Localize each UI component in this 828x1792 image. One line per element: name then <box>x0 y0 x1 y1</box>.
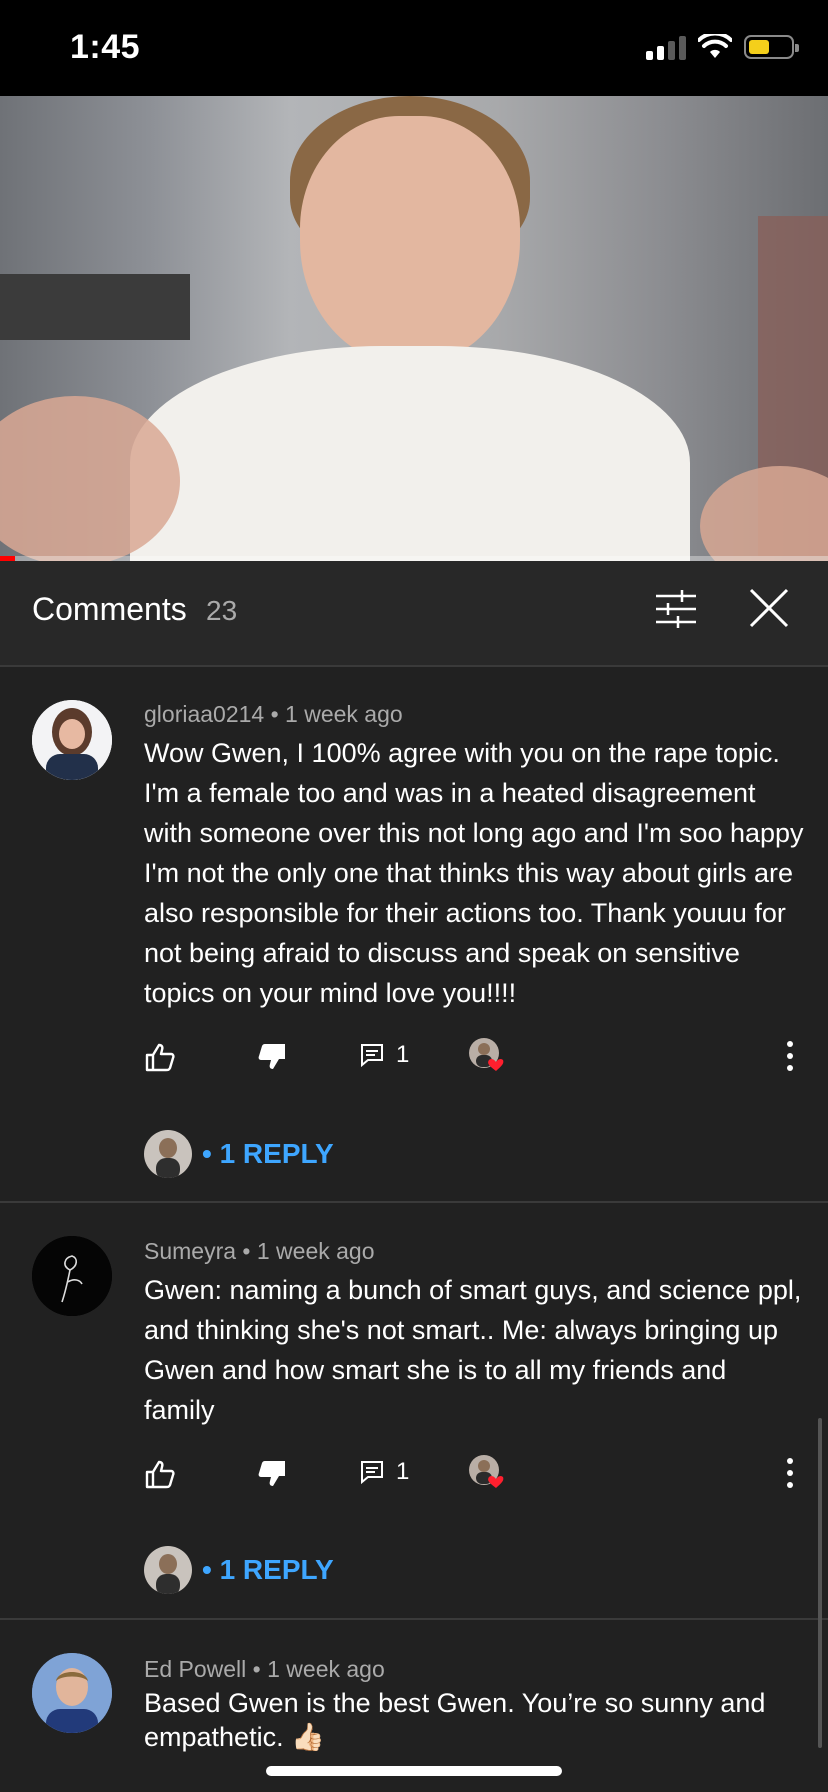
comments-header: Comments 23 <box>0 561 828 667</box>
reply-count: 1 <box>396 1041 410 1068</box>
comments-count: 23 <box>206 595 238 626</box>
comment-text: Based Gwen is the best Gwen. You’re so s… <box>144 1688 766 1752</box>
comment-text: Gwen: naming a bunch of smart guys, and … <box>144 1275 802 1425</box>
comment-meta: Sumeyra • 1 week ago <box>144 1238 375 1264</box>
avatar[interactable] <box>32 1236 112 1316</box>
reply-icon[interactable] <box>360 1043 384 1067</box>
cellular-signal-icon <box>646 34 686 60</box>
scrollbar[interactable] <box>818 1418 822 1748</box>
like-icon[interactable] <box>144 1041 176 1073</box>
creator-heart-icon <box>469 1455 504 1488</box>
comment-item: Sumeyra • 1 week ago Gwen: naming a bunc… <box>0 1203 828 1618</box>
replies-link[interactable]: • 1 REPLY <box>202 1554 334 1586</box>
video-player[interactable] <box>0 96 828 561</box>
close-icon[interactable] <box>748 587 790 629</box>
home-indicator[interactable] <box>266 1766 562 1776</box>
comment-meta: gloriaa0214 • 1 week ago <box>144 701 403 727</box>
creator-heart-icon <box>469 1038 504 1071</box>
avatar[interactable] <box>32 1653 112 1733</box>
status-time: 1:45 <box>70 28 141 66</box>
reply-avatar <box>144 1546 192 1594</box>
reply-count: 1 <box>396 1458 410 1485</box>
dislike-icon[interactable] <box>256 1458 288 1490</box>
avatar[interactable] <box>32 700 112 780</box>
comment-actions: 1 <box>144 1454 804 1494</box>
comment-item: gloriaa0214 • 1 week ago Wow Gwen, I 100… <box>0 667 828 1201</box>
replies-link[interactable]: • 1 REPLY <box>202 1138 334 1170</box>
comment-actions: 1 <box>144 1037 804 1077</box>
comment-meta: Ed Powell • 1 week ago <box>144 1656 385 1682</box>
comment-text: Wow Gwen, I 100% agree with you on the r… <box>144 738 804 1008</box>
dislike-icon[interactable] <box>256 1041 288 1073</box>
like-icon[interactable] <box>144 1458 176 1490</box>
reply-icon[interactable] <box>360 1460 384 1484</box>
status-bar: 1:45 <box>0 0 828 96</box>
status-icons <box>646 34 799 60</box>
comments-title: Comments <box>32 591 187 627</box>
reply-avatar <box>144 1130 192 1178</box>
more-vert-icon[interactable] <box>784 1039 796 1073</box>
wifi-icon <box>698 34 732 58</box>
view-replies-button[interactable]: • 1 REPLY <box>144 1130 334 1178</box>
more-vert-icon[interactable] <box>784 1456 796 1490</box>
battery-icon <box>744 35 799 59</box>
filter-icon[interactable] <box>654 589 698 629</box>
view-replies-button[interactable]: • 1 REPLY <box>144 1546 334 1594</box>
